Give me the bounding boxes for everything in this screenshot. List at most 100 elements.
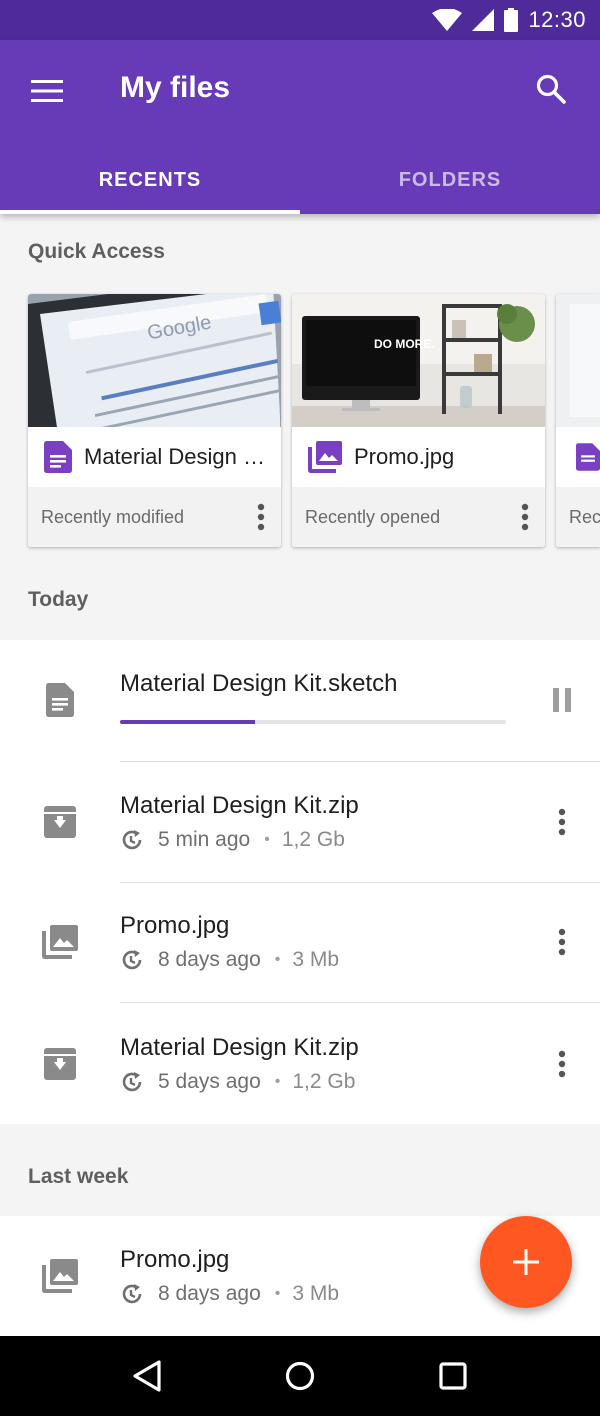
history-icon bbox=[122, 1284, 142, 1304]
file-size: 3 Mb bbox=[292, 1282, 340, 1305]
tab-bar: RECENTS FOLDERS bbox=[0, 146, 600, 214]
today-heading: Today bbox=[28, 588, 89, 611]
card-subtitle: Recently opened bbox=[305, 506, 441, 527]
quick-access-heading: Quick Access bbox=[28, 240, 165, 263]
file-size: 1,2 Gb bbox=[292, 1070, 356, 1093]
list-item[interactable]: Material Design Kit.sketch bbox=[0, 640, 600, 760]
card-title: Promo.jpg bbox=[354, 444, 455, 469]
home-button[interactable] bbox=[270, 1346, 330, 1406]
archive-icon bbox=[44, 1048, 76, 1080]
today-list: Material Design Kit.sketch Material Desi… bbox=[0, 640, 600, 1124]
signal-icon bbox=[472, 9, 495, 31]
document-icon bbox=[46, 683, 74, 717]
more-vert-icon bbox=[558, 1050, 566, 1078]
tab-recents-label: RECENTS bbox=[98, 168, 202, 191]
tab-folders-label: FOLDERS bbox=[398, 168, 502, 191]
card-thumbnail bbox=[556, 294, 600, 427]
image-icon bbox=[42, 925, 78, 959]
search-button[interactable] bbox=[528, 66, 574, 112]
file-name: Material Design Kit.sketch bbox=[120, 670, 398, 697]
quick-access-card[interactable]: DO MORE. Promo.jpg Recently opened bbox=[292, 294, 545, 547]
back-button[interactable] bbox=[117, 1346, 177, 1406]
app-bar: My files RECENTS FOLDERS bbox=[0, 40, 600, 214]
list-item[interactable]: Promo.jpg 8 days ago • 3 Mb bbox=[0, 882, 600, 1002]
meta-separator: • bbox=[274, 1073, 281, 1090]
back-icon bbox=[133, 1360, 161, 1392]
card-footer: Recently modified bbox=[28, 487, 281, 547]
more-vert-icon bbox=[257, 503, 265, 531]
more-vert-icon bbox=[558, 928, 566, 956]
history-icon bbox=[122, 950, 142, 970]
search-icon bbox=[536, 74, 566, 104]
row-icon bbox=[40, 922, 80, 962]
file-meta: 5 days ago • 1,2 Gb bbox=[120, 1070, 355, 1094]
card-footer: Recently opened bbox=[292, 487, 545, 547]
menu-button[interactable] bbox=[24, 68, 70, 114]
file-time: 5 min ago bbox=[158, 828, 251, 851]
pause-button[interactable] bbox=[540, 678, 584, 722]
row-icon bbox=[40, 1256, 80, 1296]
tab-recents[interactable]: RECENTS bbox=[0, 146, 300, 214]
card-more-button[interactable] bbox=[241, 497, 281, 537]
card-footer: Rec bbox=[556, 487, 600, 547]
quick-access-card[interactable]: Rec bbox=[556, 294, 600, 547]
card-title-row: Material Design Kit.sketch bbox=[28, 427, 281, 487]
add-button[interactable] bbox=[480, 1216, 572, 1308]
file-time: 8 days ago bbox=[158, 948, 261, 971]
file-time: 8 days ago bbox=[158, 1282, 261, 1305]
file-meta: 8 days ago • 3 Mb bbox=[120, 1282, 339, 1306]
more-button[interactable] bbox=[540, 920, 584, 964]
home-icon bbox=[285, 1361, 315, 1391]
last-week-heading: Last week bbox=[28, 1165, 129, 1188]
history-icon bbox=[122, 830, 142, 850]
document-icon bbox=[44, 441, 72, 473]
row-icon bbox=[40, 802, 80, 842]
meta-separator: • bbox=[274, 1285, 281, 1302]
recents-icon bbox=[439, 1362, 467, 1390]
quick-access-card[interactable]: Google Material Design Kit.sketch Recent… bbox=[28, 294, 281, 547]
card-subtitle: Rec bbox=[569, 506, 600, 527]
more-button[interactable] bbox=[540, 1042, 584, 1086]
tab-folders[interactable]: FOLDERS bbox=[300, 146, 600, 214]
file-name: Material Design Kit.zip bbox=[120, 792, 359, 819]
more-vert-icon bbox=[558, 808, 566, 836]
file-meta: 8 days ago • 3 Mb bbox=[120, 948, 339, 972]
recents-button[interactable] bbox=[423, 1346, 483, 1406]
row-icon bbox=[40, 680, 80, 720]
image-icon bbox=[42, 1259, 78, 1293]
card-thumbnail: Google bbox=[28, 294, 281, 427]
card-more-button[interactable] bbox=[505, 497, 545, 537]
card-thumbnail: DO MORE. bbox=[292, 294, 545, 427]
meta-separator: • bbox=[274, 951, 281, 968]
upload-progress bbox=[120, 720, 506, 724]
divider bbox=[120, 1002, 600, 1003]
list-item[interactable]: Material Design Kit.zip 5 days ago • 1,2… bbox=[0, 1004, 600, 1124]
history-icon bbox=[122, 1072, 142, 1092]
status-time: 12:30 bbox=[528, 7, 586, 32]
file-name: Promo.jpg bbox=[120, 912, 230, 939]
page-title: My files bbox=[120, 71, 231, 104]
battery-icon bbox=[504, 8, 519, 32]
card-thumbnail-text: DO MORE. bbox=[374, 337, 435, 351]
tab-indicator bbox=[0, 210, 300, 214]
file-size: 3 Mb bbox=[292, 948, 340, 971]
file-size: 1,2 Gb bbox=[281, 828, 345, 851]
status-icons: 12:30 bbox=[432, 6, 586, 34]
row-icon bbox=[40, 1044, 80, 1084]
system-nav-bar bbox=[0, 1336, 600, 1416]
list-item[interactable]: Material Design Kit.zip 5 min ago • 1,2 … bbox=[0, 762, 600, 882]
document-icon bbox=[576, 443, 600, 471]
menu-icon bbox=[31, 80, 63, 102]
card-title: Material Design Kit.sketch bbox=[84, 444, 269, 469]
file-name: Material Design Kit.zip bbox=[120, 1034, 359, 1061]
meta-separator: • bbox=[264, 831, 270, 848]
image-icon bbox=[308, 441, 342, 473]
more-button[interactable] bbox=[540, 800, 584, 844]
pause-icon bbox=[553, 688, 571, 712]
archive-icon bbox=[44, 806, 76, 838]
card-title-row bbox=[556, 427, 600, 487]
add-icon bbox=[513, 1249, 539, 1275]
file-meta: 5 min ago • 1,2 Gb bbox=[120, 828, 345, 852]
more-vert-icon bbox=[521, 503, 529, 531]
wifi-icon bbox=[432, 9, 463, 31]
